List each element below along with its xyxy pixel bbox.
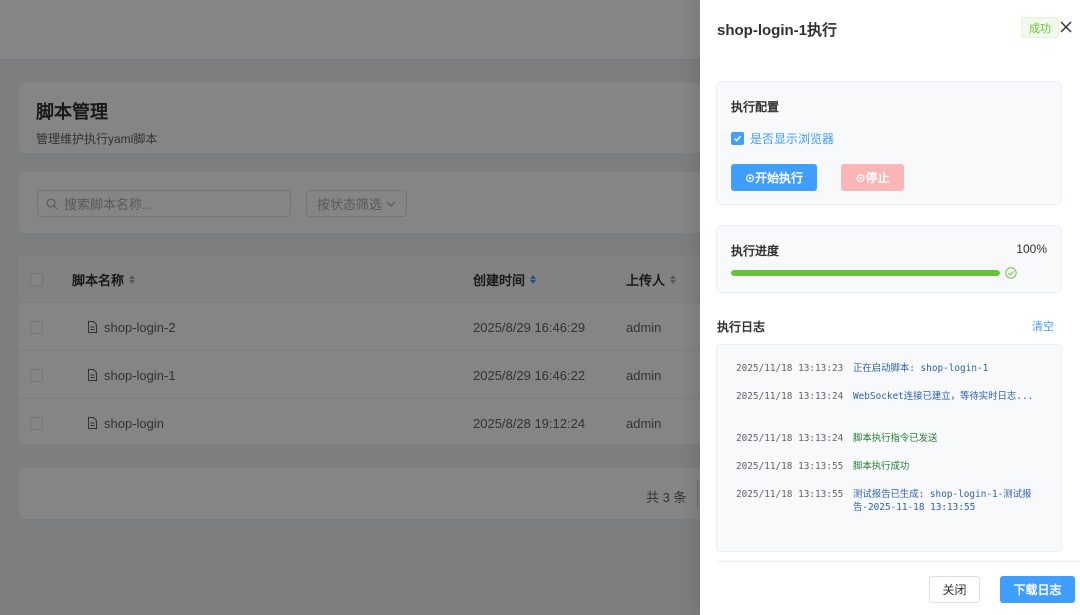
log-entry: 2025/11/18 13:13:55 测试报告已生成: shop-login-…: [736, 488, 1046, 514]
close-icon[interactable]: [1058, 19, 1074, 35]
stop-button[interactable]: ⊙停止: [841, 164, 904, 191]
log-time: 2025/11/18 13:13:24: [736, 391, 844, 402]
progress-percent: 100%: [1016, 242, 1047, 256]
progress-label: 执行进度: [731, 244, 780, 258]
progress-bar: [731, 270, 1000, 276]
log-message: 正在启动脚本: shop-login-1: [853, 363, 989, 374]
status-badge: 成功: [1021, 17, 1059, 38]
config-label: 执行配置: [731, 100, 780, 114]
download-log-button[interactable]: 下载日志: [1000, 576, 1075, 603]
log-time: 2025/11/18 13:13:24: [736, 433, 844, 444]
check-circle-icon: [1005, 267, 1017, 279]
clear-log-link[interactable]: 清空: [1032, 318, 1054, 334]
start-execution-button[interactable]: ⊙开始执行: [731, 164, 817, 191]
log-console[interactable]: 2025/11/18 13:13:23 正在启动脚本: shop-login-1…: [716, 344, 1062, 552]
log-message: 脚本执行成功: [853, 461, 910, 472]
execution-progress-panel: 执行进度 100%: [716, 225, 1062, 293]
log-entry: 2025/11/18 13:13:24 WebSocket连接已建立，等待实时日…: [736, 390, 1046, 403]
log-message: 脚本执行指令已发送: [853, 433, 938, 444]
log-time: 2025/11/18 13:13:55: [736, 461, 844, 472]
log-entry: 2025/11/18 13:13:24 脚本执行指令已发送: [736, 432, 1046, 445]
log-entry: 2025/11/18 13:13:23 正在启动脚本: shop-login-1: [736, 362, 1046, 375]
footer-divider: [716, 561, 1080, 562]
drawer-title: shop-login-1执行: [717, 22, 837, 39]
log-time: 2025/11/18 13:13:23: [736, 363, 844, 374]
log-label: 执行日志: [717, 320, 766, 334]
execution-config-panel: 执行配置 是否显示浏览器 ⊙开始执行 ⊙停止: [716, 81, 1062, 205]
execution-drawer: shop-login-1执行 成功 执行配置 是否显示浏览器 ⊙开始执行 ⊙停止…: [700, 0, 1080, 615]
log-message: 测试报告已生成: shop-login-1-测试报告-2025-11-18 13…: [853, 489, 1032, 513]
log-entry: 2025/11/18 13:13:55 脚本执行成功: [736, 460, 1046, 473]
close-button[interactable]: 关闭: [929, 576, 980, 603]
log-message: WebSocket连接已建立，等待实时日志...: [853, 391, 1034, 402]
progress-bar-fill: [731, 270, 1000, 276]
show-browser-label: 是否显示浏览器: [750, 132, 835, 146]
show-browser-checkbox[interactable]: 是否显示浏览器: [731, 130, 834, 147]
checkbox-checked-icon[interactable]: [731, 132, 744, 145]
log-time: 2025/11/18 13:13:55: [736, 489, 844, 500]
